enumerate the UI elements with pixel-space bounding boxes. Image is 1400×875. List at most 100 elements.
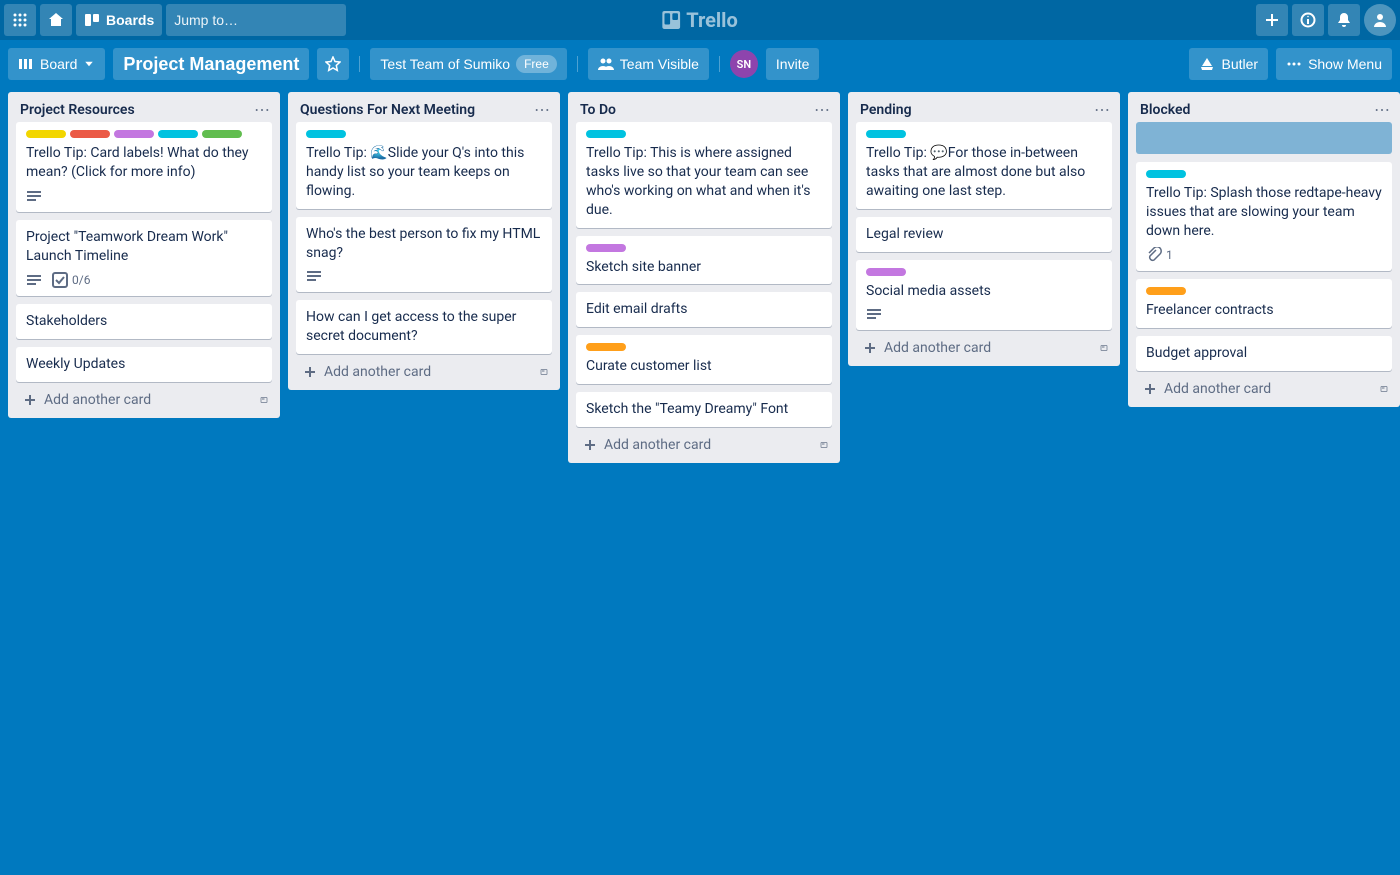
add-card-button[interactable]: Add another card xyxy=(576,433,816,457)
list-header: Pending ⋯ xyxy=(848,92,1120,122)
card-label[interactable] xyxy=(306,130,346,138)
list-menu-button[interactable]: ⋯ xyxy=(534,102,550,118)
home-button[interactable] xyxy=(40,4,72,36)
add-card-row: Add another card xyxy=(8,382,280,414)
butler-button[interactable]: Butler xyxy=(1189,48,1268,80)
card[interactable]: Trello Tip: This is where assigned tasks… xyxy=(576,122,832,228)
add-card-button[interactable]: Add another card xyxy=(296,360,536,384)
apps-button[interactable] xyxy=(4,4,36,36)
card[interactable]: Trello Tip: Card labels! What do they me… xyxy=(16,122,272,212)
info-button[interactable] xyxy=(1292,4,1324,36)
add-card-row: Add another card xyxy=(1128,371,1400,403)
list-menu-button[interactable]: ⋯ xyxy=(254,102,270,118)
card[interactable]: Weekly Updates xyxy=(16,347,272,382)
card-text: Freelancer contracts xyxy=(1146,301,1382,320)
visibility-button[interactable]: Team Visible xyxy=(588,48,709,80)
card-template-button[interactable] xyxy=(816,437,832,453)
list-menu-button[interactable]: ⋯ xyxy=(1374,102,1390,118)
add-card-button[interactable]: Add another card xyxy=(16,388,256,412)
list-title[interactable]: Questions For Next Meeting xyxy=(300,102,475,118)
card-template-button[interactable] xyxy=(1376,381,1392,397)
card-label[interactable] xyxy=(158,130,198,138)
add-card-button[interactable]: Add another card xyxy=(1136,377,1376,401)
card-label[interactable] xyxy=(586,343,626,351)
board-name[interactable]: Project Management xyxy=(113,48,309,80)
attachment-count: 1 xyxy=(1166,247,1173,263)
board-view-switcher[interactable]: Board xyxy=(8,48,105,80)
card[interactable]: Who's the best person to fix my HTML sna… xyxy=(296,217,552,293)
card-text: Who's the best person to fix my HTML sna… xyxy=(306,225,542,263)
card-template-button[interactable] xyxy=(256,392,272,408)
menu-dots-icon xyxy=(1286,56,1302,72)
plus-icon xyxy=(22,392,38,408)
card[interactable]: Trello Tip: 🌊Slide your Q's into this ha… xyxy=(296,122,552,209)
card-template-button[interactable] xyxy=(1096,340,1112,356)
checklist-badge: 0/6 xyxy=(52,272,90,288)
board-canvas: Project Resources ⋯ Trello Tip: Card label… xyxy=(0,88,1400,875)
cards-container: Trello Tip: 💬For those in-between tasks … xyxy=(848,122,1120,330)
card[interactable]: Stakeholders xyxy=(16,304,272,339)
list-menu-button[interactable]: ⋯ xyxy=(814,102,830,118)
card-label[interactable] xyxy=(1146,287,1186,295)
header-right xyxy=(1256,4,1396,36)
list-title[interactable]: To Do xyxy=(580,102,616,118)
show-menu-button[interactable]: Show Menu xyxy=(1276,48,1392,80)
apps-icon xyxy=(12,12,28,28)
card-template-button[interactable] xyxy=(536,364,552,380)
card[interactable]: Social media assets xyxy=(856,260,1112,331)
card-labels xyxy=(586,343,822,351)
card-label[interactable] xyxy=(202,130,242,138)
card[interactable]: Trello Tip: Splash those redtape-heavy i… xyxy=(1136,162,1392,271)
user-avatar[interactable] xyxy=(1364,4,1396,36)
list: Blocked ⋯ Trello Tip: Splash those redtape… xyxy=(1128,92,1400,407)
invite-button[interactable]: Invite xyxy=(766,48,819,80)
board-bar-right: Butler Show Menu xyxy=(1189,48,1392,80)
user-icon xyxy=(1372,12,1388,28)
card-badges: 1 xyxy=(1146,247,1382,263)
card-labels xyxy=(306,130,542,138)
member-avatar[interactable]: SN xyxy=(730,50,758,78)
card[interactable]: Sketch the "Teamy Dreamy" Font xyxy=(576,392,832,427)
list-title[interactable]: Project Resources xyxy=(20,102,135,118)
card-label[interactable] xyxy=(1146,170,1186,178)
card-placeholder xyxy=(1136,122,1392,154)
trello-logo[interactable]: Trello xyxy=(662,8,738,32)
add-card-row: Add another card xyxy=(848,330,1120,362)
plus-icon xyxy=(1142,381,1158,397)
search-box[interactable] xyxy=(166,4,346,36)
search-input[interactable] xyxy=(174,12,355,28)
card-label[interactable] xyxy=(866,130,906,138)
global-header: Boards Trello xyxy=(0,0,1400,40)
notifications-button[interactable] xyxy=(1328,4,1360,36)
description-icon xyxy=(866,306,882,322)
list-menu-button[interactable]: ⋯ xyxy=(1094,102,1110,118)
card[interactable]: Trello Tip: 💬For those in-between tasks … xyxy=(856,122,1112,209)
star-button[interactable] xyxy=(317,48,349,80)
list-title[interactable]: Pending xyxy=(860,102,912,118)
boards-button[interactable]: Boards xyxy=(76,4,162,36)
card[interactable]: Freelancer contracts xyxy=(1136,279,1392,328)
divider xyxy=(359,56,360,72)
card[interactable]: Budget approval xyxy=(1136,336,1392,371)
card[interactable]: How can I get access to the super secret… xyxy=(296,300,552,354)
card-label[interactable] xyxy=(70,130,110,138)
card[interactable]: Legal review xyxy=(856,217,1112,252)
list: Pending ⋯ Trello Tip: 💬For those in-betwee… xyxy=(848,92,1120,366)
card-label[interactable] xyxy=(586,130,626,138)
list: To Do ⋯ Trello Tip: This is where assigned… xyxy=(568,92,840,463)
header-left: Boards xyxy=(4,4,346,36)
add-card-button[interactable]: Add another card xyxy=(856,336,1096,360)
card[interactable]: Curate customer list xyxy=(576,335,832,384)
card[interactable]: Sketch site banner xyxy=(576,236,832,285)
card-text: Curate customer list xyxy=(586,357,822,376)
card-label[interactable] xyxy=(586,244,626,252)
list-title[interactable]: Blocked xyxy=(1140,102,1190,118)
card-label[interactable] xyxy=(26,130,66,138)
card-label[interactable] xyxy=(866,268,906,276)
team-button[interactable]: Test Team of Sumiko Free xyxy=(370,48,566,80)
create-button[interactable] xyxy=(1256,4,1288,36)
card[interactable]: Edit email drafts xyxy=(576,292,832,327)
card-label[interactable] xyxy=(114,130,154,138)
card-text: Stakeholders xyxy=(26,312,262,331)
card[interactable]: Project "Teamwork Dream Work" Launch Tim… xyxy=(16,220,272,296)
